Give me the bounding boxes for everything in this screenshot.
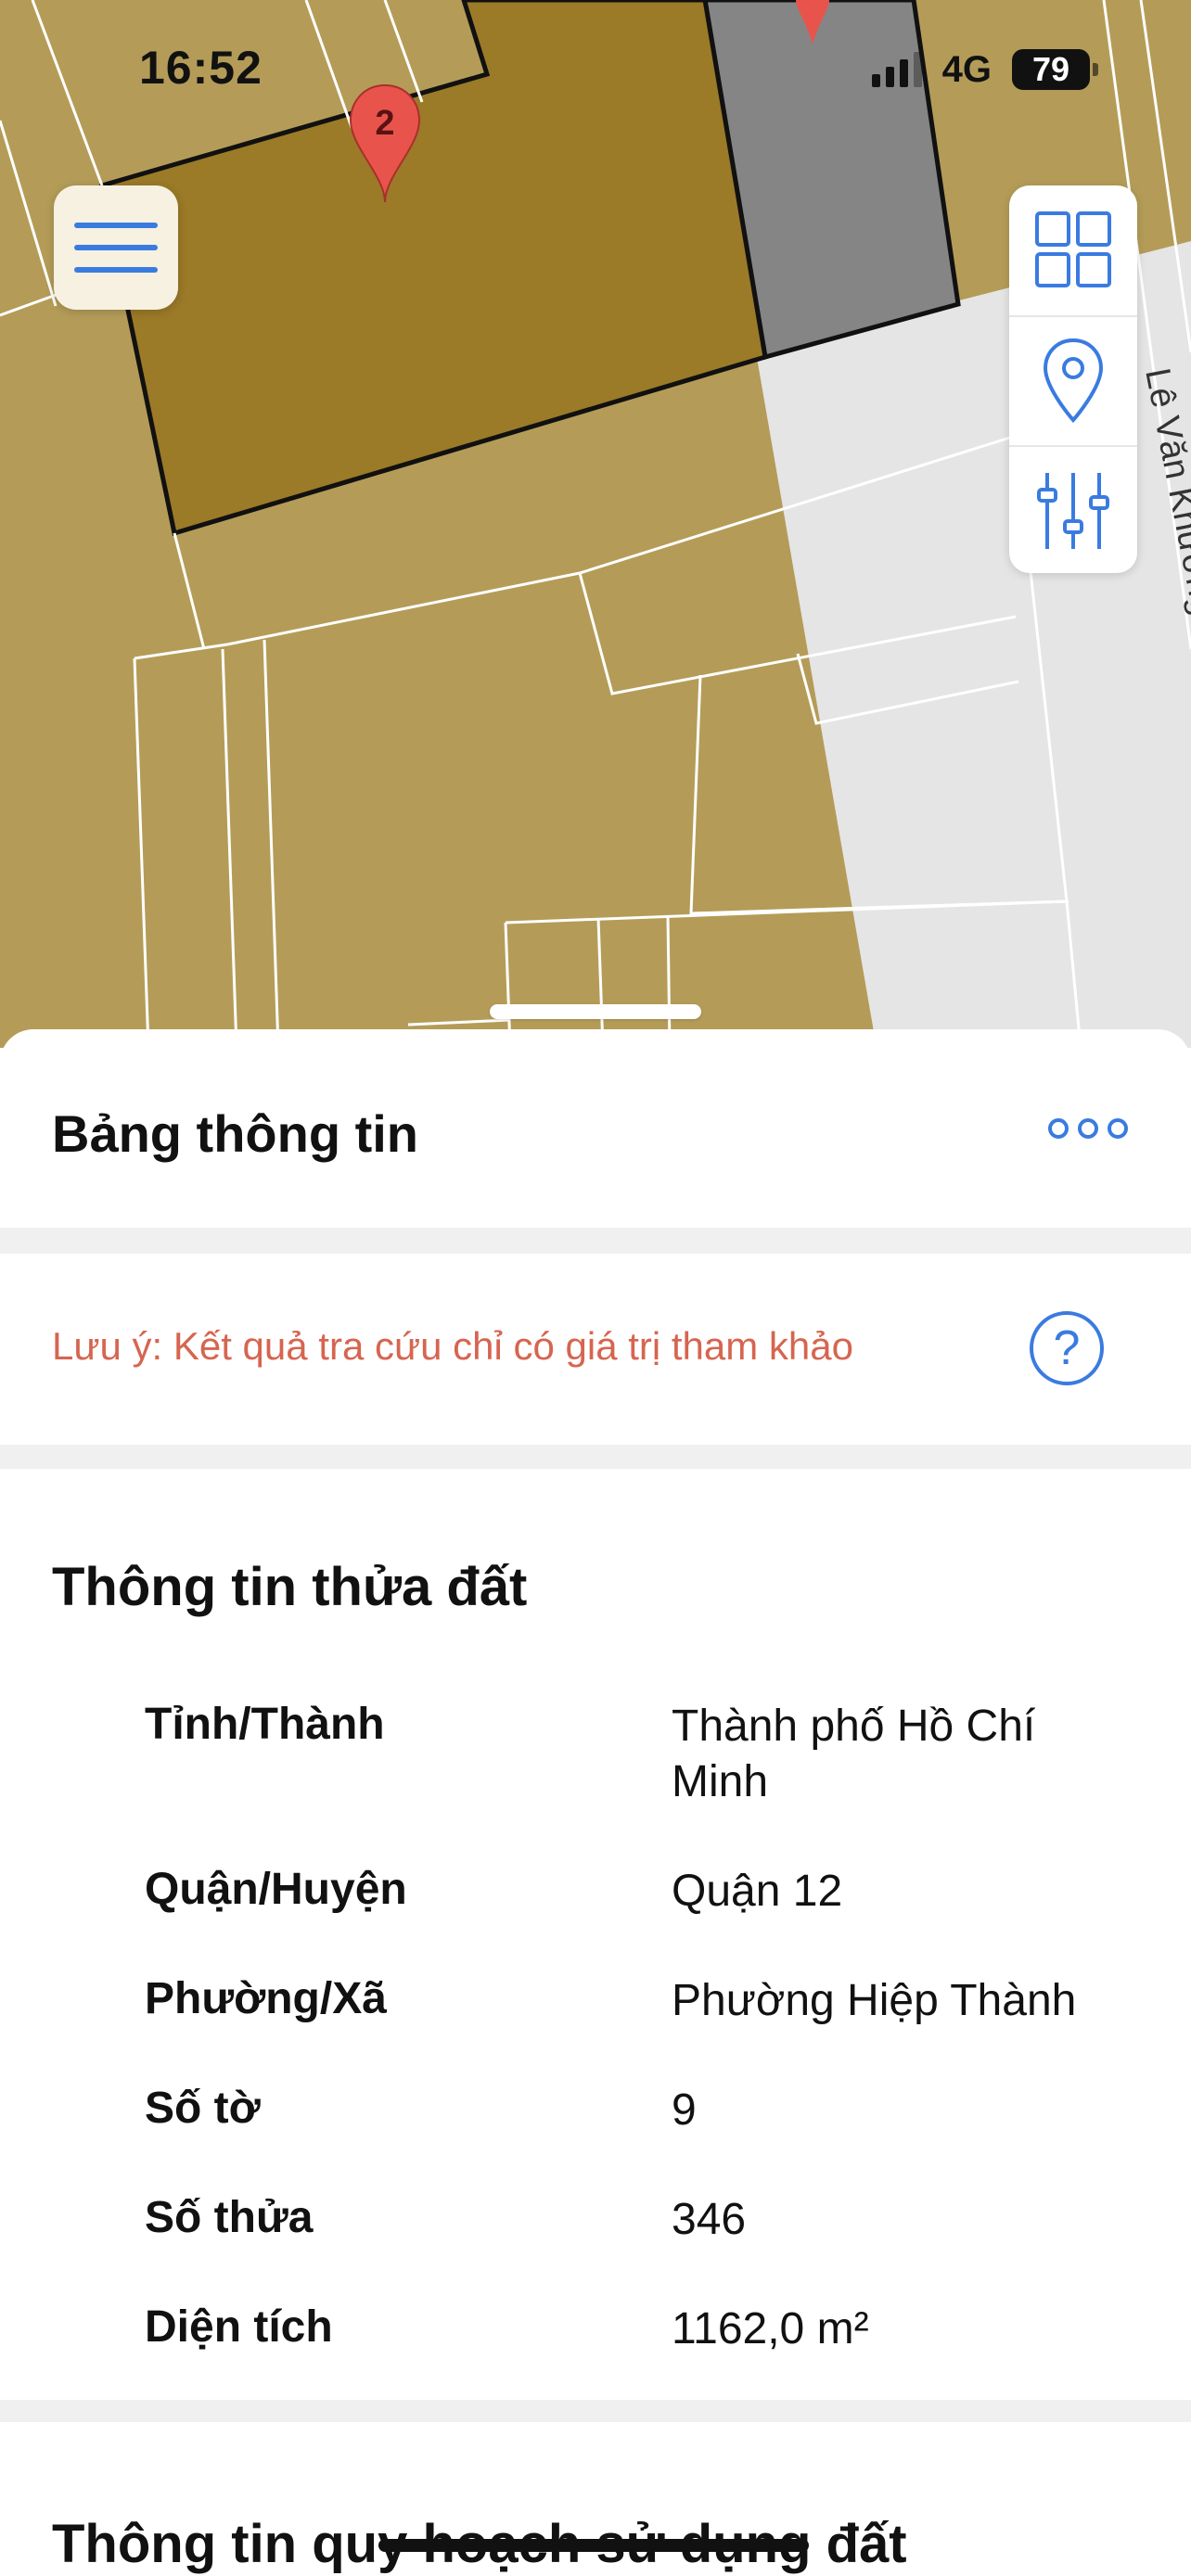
info-value: 346 [672, 2195, 747, 2244]
info-label: Số tờ [145, 2084, 261, 2133]
divider [0, 1228, 1191, 1254]
info-label: Phường/Xã [145, 1974, 387, 2023]
question-icon: ? [1053, 1321, 1081, 1375]
info-label: Tỉnh/Thành [145, 1700, 385, 1749]
location-pin-icon [1043, 338, 1104, 424]
disclaimer-note: Lưu ý: Kết quả tra cứu chỉ có giá trị th… [52, 1324, 853, 1368]
sliders-icon [1037, 473, 1109, 549]
hamburger-icon [74, 223, 158, 228]
layers-button[interactable] [1009, 185, 1137, 313]
battery-icon: 79 [1012, 49, 1098, 90]
info-label: Số thửa [145, 2193, 314, 2242]
grid-icon [1035, 211, 1111, 287]
locate-button[interactable] [1009, 315, 1137, 445]
info-value: Phường Hiệp Thành [672, 1976, 1077, 2025]
section-title-land-parcel: Thông tin thửa đất [52, 1557, 528, 1617]
sheet-title: Bảng thông tin [52, 1104, 419, 1163]
help-button[interactable]: ? [1030, 1311, 1104, 1385]
signal-icon [871, 52, 922, 87]
info-value: Quận 12 [672, 1867, 843, 1916]
info-sheet: Bảng thông tin Lưu ý: Kết quả tra cứu ch… [0, 1029, 1191, 2576]
status-time: 16:52 [139, 42, 263, 94]
network-type: 4G [941, 48, 992, 90]
sheet-grabber[interactable] [490, 1004, 701, 1019]
home-indicator[interactable] [378, 2539, 809, 2552]
divider [0, 2400, 1191, 2422]
marker-label: 2 [375, 104, 394, 143]
divider [0, 1445, 1191, 1469]
info-value: 1162,0 m² [672, 2304, 869, 2353]
status-indicators: 4G 79 [871, 46, 1098, 93]
info-value: Thành phố Hồ Chí Minh [672, 1702, 1036, 1806]
battery-level: 79 [1012, 49, 1090, 90]
filter-button[interactable] [1009, 445, 1137, 575]
info-label: Quận/Huyện [145, 1865, 407, 1914]
info-value: 9 [672, 2085, 697, 2135]
info-label: Diện tích [145, 2302, 333, 2352]
menu-button[interactable] [54, 185, 178, 310]
more-button[interactable] [1048, 1118, 1128, 1139]
more-icon [1048, 1118, 1069, 1139]
map-tools-panel [1009, 185, 1137, 573]
